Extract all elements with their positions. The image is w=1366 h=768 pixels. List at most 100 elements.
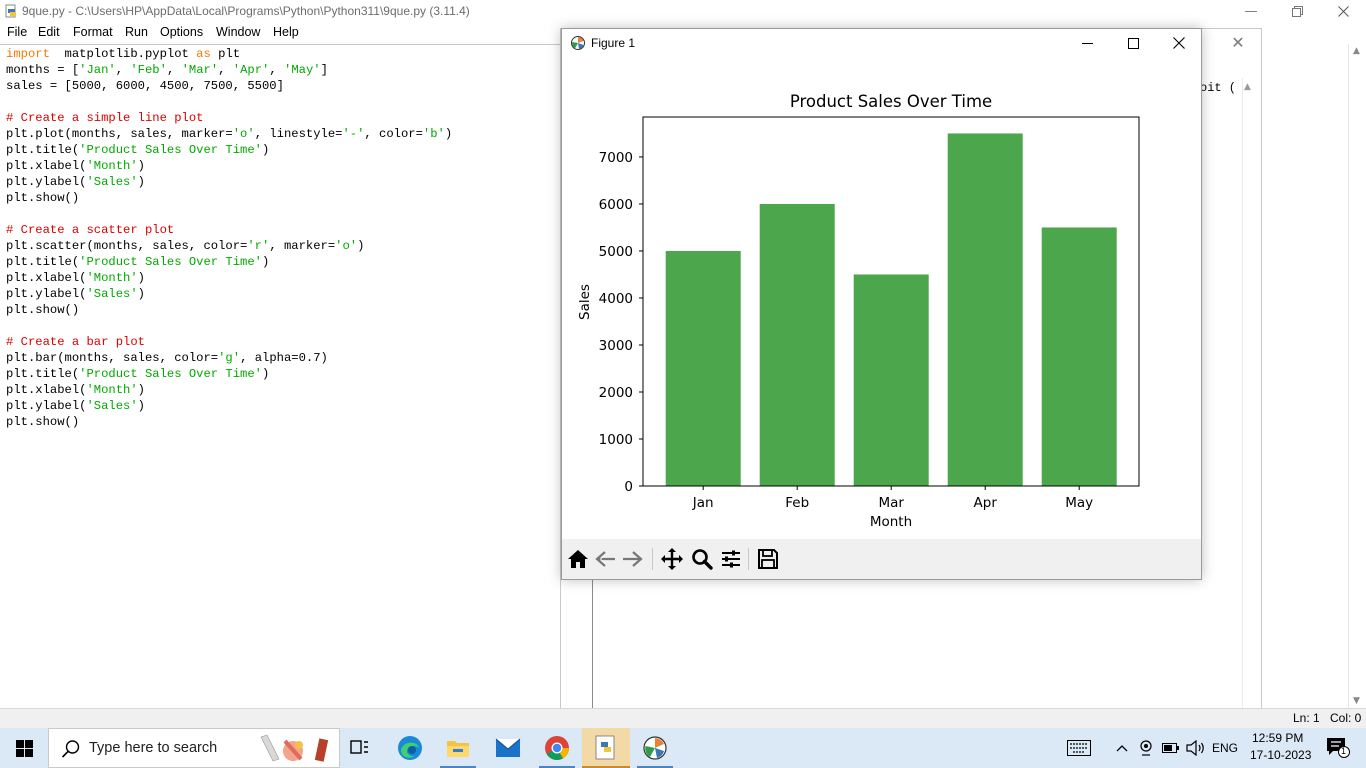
menu-format[interactable]: Format	[73, 25, 113, 39]
code-token: plt.plot(months, sales, marker=	[6, 127, 233, 141]
close-button[interactable]	[1320, 0, 1366, 22]
figure-maximize-button[interactable]	[1110, 29, 1156, 57]
minimize-button[interactable]: —	[1228, 0, 1274, 22]
menu-options[interactable]: Options	[160, 25, 203, 39]
bar-feb	[759, 203, 835, 486]
language-indicator[interactable]: ENG	[1208, 728, 1242, 768]
restore-icon	[1291, 5, 1303, 17]
battery-tray-button[interactable]	[1160, 728, 1182, 768]
code-token: 'o'	[232, 127, 255, 141]
volume-icon	[1186, 740, 1204, 756]
scroll-up-icon[interactable]: ▲	[1353, 46, 1360, 56]
code-token: '-'	[342, 127, 365, 141]
code-token: )	[444, 127, 453, 141]
code-token: )	[137, 159, 145, 173]
code-token: # Create a simple line plot	[6, 111, 204, 125]
code-line: plt.xlabel('Month')	[6, 382, 145, 398]
menu-edit[interactable]: Edit	[38, 25, 60, 39]
zoom-button[interactable]	[690, 547, 714, 571]
menu-file[interactable]: File	[7, 25, 27, 39]
figure-close-button[interactable]	[1156, 29, 1202, 57]
code-token: )	[137, 175, 145, 189]
code-line: import matplotlib.pyplot as plt	[6, 46, 240, 62]
start-button[interactable]	[0, 728, 48, 768]
save-button[interactable]	[756, 547, 780, 571]
clock-date: 17-10-2023	[1250, 748, 1312, 762]
y-tick-label: 3000	[599, 338, 633, 354]
code-line: plt.ylabel('Sales')	[6, 398, 145, 414]
code-token: plt.ylabel(	[6, 175, 87, 189]
background-scrollbar[interactable]	[1242, 78, 1260, 724]
chrome-button[interactable]	[533, 728, 581, 768]
code-line: plt.show()	[6, 302, 79, 318]
code-token: , marker=	[269, 239, 336, 253]
code-token: plt.show()	[6, 415, 80, 429]
keyboard-tray-button[interactable]	[1064, 728, 1094, 768]
x-tick-label: Apr	[974, 495, 998, 511]
configure-subplots-button[interactable]	[719, 547, 743, 571]
x-tick-label: Feb	[785, 495, 809, 511]
code-editor[interactable]: import matplotlib.pyplot as plt months = …	[0, 44, 560, 709]
editor-scrollbar[interactable]	[1348, 44, 1366, 708]
notification-button[interactable]: 1	[1320, 728, 1356, 768]
window-title: 9que.py - C:\Users\HP\AppData\Local\Prog…	[22, 4, 470, 18]
menu-help[interactable]: Help	[273, 25, 299, 39]
code-token: )	[261, 367, 270, 381]
search-highlight-illustration	[260, 734, 329, 762]
windows-logo-icon	[15, 739, 33, 757]
background-close-icon[interactable]: ✕	[1228, 33, 1248, 53]
volume-tray-button[interactable]	[1184, 728, 1208, 768]
figure-canvas[interactable]: 0 1000 2000 3000 4000 5000 6000 7000 Jan Feb Mar A…	[562, 57, 1201, 539]
forward-icon	[623, 551, 643, 567]
code-token: plt.show()	[6, 303, 80, 317]
matplotlib-figure-button[interactable]	[631, 728, 679, 768]
code-token: 'Jan'	[79, 63, 116, 77]
restore-button[interactable]	[1274, 0, 1320, 22]
configure-subplots-icon	[722, 550, 740, 568]
code-line: plt.title('Product Sales Over Time')	[6, 366, 269, 382]
menu-run[interactable]: Run	[125, 25, 148, 39]
figure-window[interactable]: Figure 1 0 1000 2000 3000 4000 5000 6000 7000 J…	[561, 28, 1202, 580]
bar-mar	[853, 274, 929, 486]
code-token: matplotlib.pyplot	[49, 47, 197, 61]
code-token: 'Month'	[86, 383, 138, 397]
menu-window[interactable]: Window	[216, 25, 260, 39]
bar-may	[1041, 227, 1117, 486]
background-divider	[592, 580, 593, 722]
edge-button[interactable]	[386, 728, 434, 768]
x-axis-label: Month	[870, 514, 912, 530]
forward-button[interactable]	[620, 547, 644, 571]
code-token: )	[357, 239, 365, 253]
webcam-tray-button[interactable]	[1136, 728, 1156, 768]
code-token: ]	[320, 63, 328, 77]
code-line: plt.plot(months, sales, marker='o', line…	[6, 126, 452, 142]
code-token: as	[196, 47, 211, 61]
y-tick-label: 6000	[599, 197, 633, 213]
search-box[interactable]: Type here to search	[48, 728, 340, 768]
keyboard-icon	[1067, 740, 1091, 756]
python-idle-button[interactable]	[582, 728, 630, 768]
back-button[interactable]	[594, 547, 618, 571]
code-token: )	[137, 383, 145, 397]
status-line: Ln: 1	[1293, 711, 1320, 725]
notification-icon	[1327, 738, 1350, 758]
bar-apr	[947, 133, 1023, 486]
task-view-button[interactable]	[336, 728, 384, 768]
code-line: # Create a bar plot	[6, 334, 145, 350]
code-token: 'Mar'	[181, 63, 219, 77]
code-token: plt.xlabel(	[6, 383, 87, 397]
scroll-up-icon[interactable]: ▲	[1244, 82, 1251, 92]
mail-button[interactable]	[484, 728, 532, 768]
home-button[interactable]	[566, 547, 590, 571]
code-line: sales = [5000, 6000, 4500, 7500, 5500]	[6, 78, 284, 94]
figure-titlebar[interactable]: Figure 1	[562, 29, 1201, 57]
figure-minimize-button[interactable]	[1064, 29, 1110, 57]
pan-button[interactable]	[660, 547, 684, 571]
notification-count: 1	[1341, 746, 1347, 756]
file-explorer-button[interactable]	[434, 728, 482, 768]
file-explorer-icon	[447, 741, 469, 757]
code-token: , alpha=0.7)	[240, 351, 328, 365]
code-token: 'g'	[218, 351, 241, 365]
show-hidden-icons-button[interactable]	[1112, 728, 1132, 768]
scroll-down-icon[interactable]: ▼	[1353, 696, 1360, 706]
